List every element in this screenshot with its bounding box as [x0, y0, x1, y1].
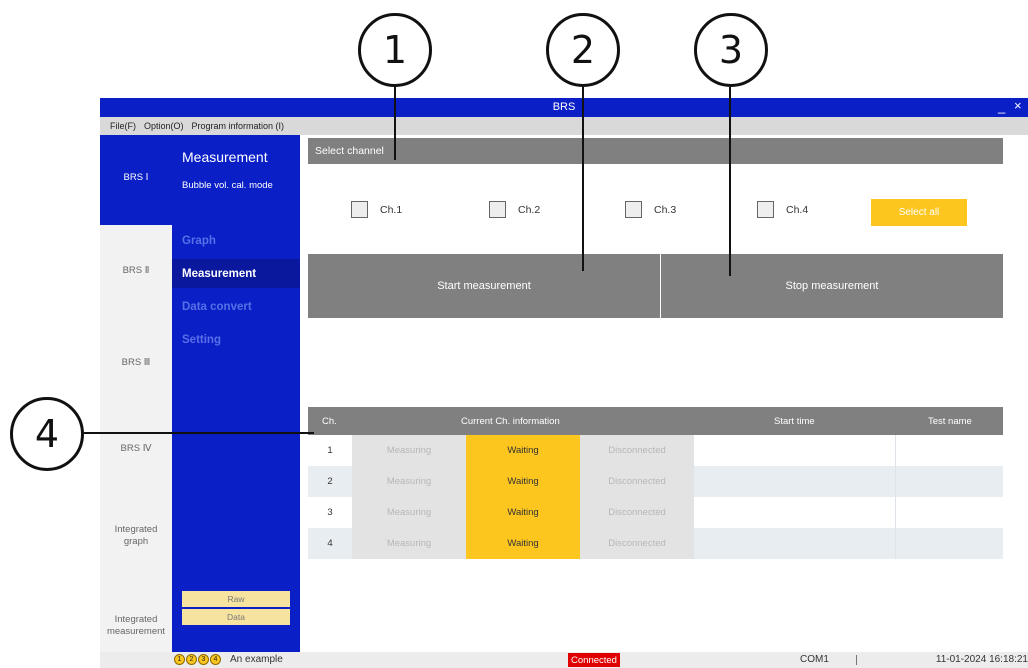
callout-line-3	[729, 87, 731, 276]
sub-menu-setting[interactable]: Setting	[172, 325, 300, 354]
callout-1: 1	[358, 13, 432, 87]
channel-label: Ch.4	[786, 203, 809, 216]
callout-line-1	[394, 87, 396, 160]
channel-label: Ch.2	[518, 203, 541, 216]
select-all-button[interactable]: Select all	[871, 199, 967, 226]
channel-3-checkbox[interactable]: Ch.3	[625, 201, 676, 218]
status-disconnected: Disconnected	[580, 528, 694, 559]
com-port-label: COM1	[800, 654, 829, 665]
channel-label: Ch.1	[380, 203, 403, 216]
header-test-name: Test name	[928, 415, 972, 427]
title-bar: BRS _ ×	[100, 98, 1028, 117]
status-waiting: Waiting	[466, 466, 580, 497]
sub-menu-measurement[interactable]: Measurement	[172, 259, 300, 288]
menu-program-info[interactable]: Program information (I)	[192, 121, 285, 131]
table-row[interactable]: 3 Measuring Waiting Disconnected	[308, 497, 1003, 528]
nav-item-brs-4[interactable]: BRS Ⅳ	[100, 443, 172, 455]
window-title: BRS	[552, 101, 576, 113]
header-current-info: Current Ch. information	[461, 415, 560, 427]
sub-menu-data-convert[interactable]: Data convert	[172, 292, 300, 321]
status-waiting: Waiting	[466, 435, 580, 466]
channel-4-checkbox[interactable]: Ch.4	[757, 201, 808, 218]
status-waiting: Waiting	[466, 528, 580, 559]
checkbox-box[interactable]	[489, 201, 506, 218]
channel-2-checkbox[interactable]: Ch.2	[489, 201, 540, 218]
start-measurement-button[interactable]: Start measurement	[308, 254, 660, 318]
app-window: BRS _ × File(F) Option(O) Program inform…	[100, 98, 1028, 668]
nav-item-integrated-measurement[interactable]: Integrated measurement	[100, 614, 172, 638]
checkbox-box[interactable]	[625, 201, 642, 218]
menu-file[interactable]: File(F)	[110, 121, 136, 131]
minimize-button[interactable]: _	[998, 99, 1005, 114]
sub-panel: Measurement Bubble vol. cal. mode Graph …	[172, 135, 300, 652]
sub-menu-graph[interactable]: Graph	[172, 226, 300, 255]
table-row[interactable]: 4 Measuring Waiting Disconnected	[308, 528, 1003, 559]
table-row[interactable]: 2 Measuring Waiting Disconnected	[308, 466, 1003, 497]
status-measuring: Measuring	[352, 528, 466, 559]
callout-3: 3	[694, 13, 768, 87]
select-channel-header: Select channel	[308, 138, 1003, 164]
checkbox-box[interactable]	[351, 201, 368, 218]
callout-line-2	[582, 87, 584, 271]
callout-legend: 1 2 3 4	[174, 654, 221, 665]
status-measuring: Measuring	[352, 466, 466, 497]
column-divider	[895, 497, 896, 528]
header-ch: Ch.	[322, 415, 337, 427]
status-measuring: Measuring	[352, 435, 466, 466]
column-divider	[895, 466, 896, 497]
legend-number-3: 3	[198, 654, 209, 665]
header-start-time: Start time	[774, 415, 815, 427]
row-number: 1	[327, 445, 333, 456]
stop-measurement-button[interactable]: Stop measurement	[661, 254, 1003, 318]
close-button[interactable]: ×	[1014, 98, 1022, 113]
raw-button[interactable]: Raw	[182, 591, 290, 607]
callout-2: 2	[546, 13, 620, 87]
status-disconnected: Disconnected	[580, 466, 694, 497]
nav-item-brs-3[interactable]: BRS Ⅲ	[100, 357, 172, 369]
channel-label: Ch.3	[654, 203, 677, 216]
row-number: 3	[327, 507, 333, 518]
menu-option[interactable]: Option(O)	[144, 121, 184, 131]
brs-nav: BRS Ⅰ BRS Ⅱ BRS Ⅲ BRS Ⅳ Integrated graph…	[100, 135, 172, 652]
legend-number-2: 2	[186, 654, 197, 665]
table-row[interactable]: 1 Measuring Waiting Disconnected	[308, 435, 1003, 466]
status-disconnected: Disconnected	[580, 497, 694, 528]
column-divider	[895, 435, 896, 466]
callout-line-4	[84, 432, 314, 434]
mode-label: Bubble vol. cal. mode	[182, 180, 273, 191]
callout-4: 4	[10, 397, 84, 471]
status-bar: 1 2 3 4 An example Connected COM1 11-01-…	[100, 652, 1028, 668]
table-header: Ch. Current Ch. information Start time T…	[308, 407, 1003, 435]
example-caption: An example	[230, 654, 283, 665]
nav-item-brs-2[interactable]: BRS Ⅱ	[100, 265, 172, 277]
status-disconnected: Disconnected	[580, 435, 694, 466]
timestamp: 11-01-2024 16:18:21	[935, 654, 1028, 665]
status-divider	[856, 655, 857, 665]
connection-status-badge: Connected	[568, 653, 620, 667]
legend-number-4: 4	[210, 654, 221, 665]
channel-1-checkbox[interactable]: Ch.1	[351, 201, 402, 218]
nav-item-brs-1[interactable]: BRS Ⅰ	[100, 172, 172, 184]
row-number: 4	[327, 538, 333, 549]
legend-number-1: 1	[174, 654, 185, 665]
column-divider	[895, 528, 896, 559]
data-button[interactable]: Data	[182, 609, 290, 625]
checkbox-box[interactable]	[757, 201, 774, 218]
menu-bar: File(F) Option(O) Program information (I…	[100, 117, 1028, 135]
sub-panel-heading: Measurement	[182, 149, 268, 165]
status-measuring: Measuring	[352, 497, 466, 528]
row-number: 2	[327, 476, 333, 487]
status-waiting: Waiting	[466, 497, 580, 528]
nav-item-integrated-graph[interactable]: Integrated graph	[100, 524, 172, 548]
